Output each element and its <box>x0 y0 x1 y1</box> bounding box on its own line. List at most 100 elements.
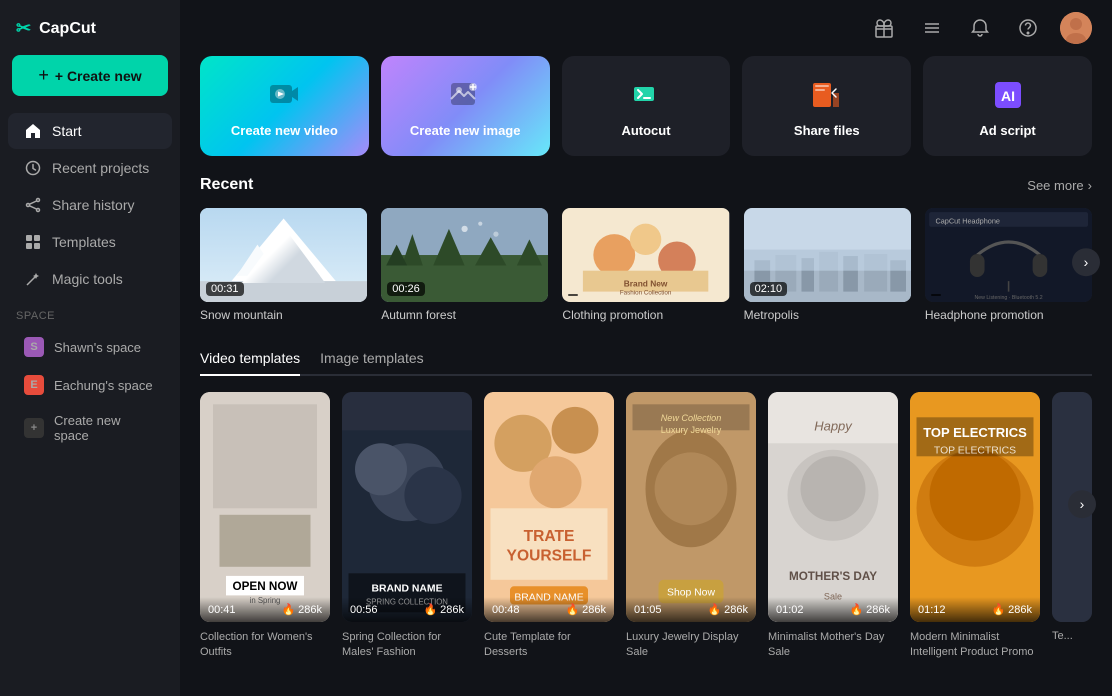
recent-thumb-3: 02:10 <box>744 208 911 302</box>
tab-image-templates[interactable]: Image templates <box>320 342 424 376</box>
recent-section-header: Recent See more › <box>200 176 1092 194</box>
topbar <box>180 0 1112 56</box>
template-overlay-2: 00:48 🔥 286k <box>484 597 614 622</box>
quick-actions: Create new video Create new image Autocu… <box>180 56 1112 176</box>
templates-section: Video templates Image templates OPEN NOW… <box>180 342 1112 681</box>
bell-icon[interactable] <box>964 12 996 44</box>
recent-time-4 <box>931 294 941 296</box>
svg-text:BRAND NAME: BRAND NAME <box>372 584 443 595</box>
create-new-label: + Create new <box>55 68 142 84</box>
template-item-5[interactable]: TOP ELECTRICS TOP ELECTRICS 01:12 🔥 286k <box>910 392 1040 622</box>
create-image-label: Create new image <box>410 123 521 138</box>
recent-item-3[interactable]: 02:10 Metropolis <box>744 208 911 322</box>
tpl-likes-4: 🔥 286k <box>849 603 890 616</box>
list-icon[interactable] <box>916 12 948 44</box>
fire-icon-4: 🔥 <box>849 603 863 616</box>
recent-time-3: 02:10 <box>750 282 788 296</box>
recent-item-0[interactable]: 00:31 Snow mountain <box>200 208 367 322</box>
wand-icon <box>24 270 42 288</box>
svg-text:New Listening · Bluetooth 5.2: New Listening · Bluetooth 5.2 <box>974 295 1042 301</box>
recent-name-0: Snow mountain <box>200 308 367 322</box>
sidebar-item-recent[interactable]: Recent projects <box>8 150 172 186</box>
recent-scroll-right[interactable]: › <box>1072 248 1100 276</box>
space-item-create-new[interactable]: + Create new space <box>8 405 172 451</box>
sidebar-item-share-history[interactable]: Share history <box>8 187 172 223</box>
create-video-card[interactable]: Create new video <box>200 56 369 156</box>
tpl-name-0: Collection for Women's Outfits <box>200 630 330 661</box>
share-icon <box>24 196 42 214</box>
fire-icon-1: 🔥 <box>423 603 437 616</box>
plus-icon: + <box>38 65 49 86</box>
eachung-avatar: E <box>24 375 44 395</box>
shawn-space-label: Shawn's space <box>54 340 141 355</box>
template-item-4[interactable]: Happy MOTHER'S DAY Sale 01:02 🔥 286k <box>768 392 898 622</box>
template-overlay-0: 00:41 🔥 286k <box>200 597 330 622</box>
space-item-eachung[interactable]: E Eachung's space <box>8 367 172 403</box>
template-item-1[interactable]: BRAND NAME SPRING COLLECTION 00:56 🔥 286… <box>342 392 472 622</box>
svg-text:OPEN NOW: OPEN NOW <box>233 580 299 593</box>
share-files-icon <box>807 75 847 115</box>
tpl-duration-5: 01:12 <box>918 604 946 616</box>
template-tabs: Video templates Image templates <box>200 342 1092 376</box>
headphone-thumbnail: CapCut Headphone New Listening · Bluetoo… <box>925 208 1092 302</box>
svg-text:YOURSELF: YOURSELF <box>507 547 592 564</box>
template-item-3[interactable]: New Collection Luxury Jewelry Shop Now 0… <box>626 392 756 622</box>
chevron-right-icon: › <box>1088 178 1092 193</box>
recent-item-2[interactable]: Brand New Fashion Collection Clothing pr… <box>562 208 729 322</box>
template-item-2[interactable]: TRATE YOURSELF BRAND NAME 00:48 🔥 286k <box>484 392 614 622</box>
svg-text:TRATE: TRATE <box>524 528 575 545</box>
help-icon[interactable] <box>1012 12 1044 44</box>
recent-title: Recent <box>200 176 253 194</box>
app-name: CapCut <box>39 20 96 38</box>
svg-text:Fashion Collection: Fashion Collection <box>620 290 672 297</box>
tpl-duration-0: 00:41 <box>208 604 236 616</box>
gift-icon[interactable] <box>868 12 900 44</box>
sidebar-item-magic-tools[interactable]: Magic tools <box>8 261 172 297</box>
fire-icon-0: 🔥 <box>281 603 295 616</box>
template-item-0[interactable]: OPEN NOW in Spring 00:41 🔥 286k <box>200 392 330 622</box>
create-image-card[interactable]: Create new image <box>381 56 550 156</box>
tpl-name-4: Minimalist Mother's Day Sale <box>768 630 898 661</box>
recent-name-1: Autumn forest <box>381 308 548 322</box>
create-new-button[interactable]: + + Create new <box>12 55 168 96</box>
recent-list: 00:31 Snow mountain <box>200 208 1092 322</box>
recent-thumb-2: Brand New Fashion Collection <box>562 208 729 302</box>
fire-icon-2: 🔥 <box>565 603 579 616</box>
template-overlay-5: 01:12 🔥 286k <box>910 597 1040 622</box>
recent-item-1[interactable]: 00:26 Autumn forest <box>381 208 548 322</box>
recent-thumb-1: 00:26 <box>381 208 548 302</box>
ad-script-card[interactable]: AI Ad script <box>923 56 1092 156</box>
home-icon <box>24 122 42 140</box>
sidebar-item-recent-label: Recent projects <box>52 160 149 176</box>
svg-text:New Collection: New Collection <box>661 413 722 423</box>
template-scroll-right[interactable]: › <box>1068 490 1096 518</box>
tpl-duration-1: 00:56 <box>350 604 378 616</box>
eachung-space-label: Eachung's space <box>54 378 153 393</box>
autocut-label: Autocut <box>621 123 670 138</box>
svg-text:Luxury Jewelry: Luxury Jewelry <box>661 425 722 435</box>
recent-item-4[interactable]: CapCut Headphone New Listening · Bluetoo… <box>925 208 1092 322</box>
see-more-button[interactable]: See more › <box>1027 178 1092 193</box>
template-names-row: Collection for Women's Outfits Spring Co… <box>200 630 1092 661</box>
svg-text:CapCut Headphone: CapCut Headphone <box>935 217 1000 226</box>
create-video-label: Create new video <box>231 123 338 138</box>
autocut-card[interactable]: Autocut <box>562 56 731 156</box>
sidebar-item-templates[interactable]: Templates <box>8 224 172 260</box>
main-content: Create new video Create new image Autocu… <box>180 0 1112 696</box>
svg-text:TOP ELECTRICS: TOP ELECTRICS <box>923 425 1027 440</box>
tpl-name-3: Luxury Jewelry Display Sale <box>626 630 756 661</box>
capcut-logo-icon: ✂ <box>16 18 31 39</box>
svg-text:TOP ELECTRICS: TOP ELECTRICS <box>934 446 1016 457</box>
tab-video-templates[interactable]: Video templates <box>200 342 300 376</box>
recent-time-0: 00:31 <box>206 282 244 296</box>
svg-text:MOTHER'S DAY: MOTHER'S DAY <box>789 570 877 583</box>
share-files-label: Share files <box>794 123 860 138</box>
fire-icon-5: 🔥 <box>991 603 1005 616</box>
share-files-card[interactable]: Share files <box>742 56 911 156</box>
sidebar-item-share-history-label: Share history <box>52 197 134 213</box>
user-avatar[interactable] <box>1060 12 1092 44</box>
create-image-icon <box>445 75 485 115</box>
tpl-duration-4: 01:02 <box>776 604 804 616</box>
space-item-shawn[interactable]: S Shawn's space <box>8 329 172 365</box>
sidebar-item-start[interactable]: Start <box>8 113 172 149</box>
